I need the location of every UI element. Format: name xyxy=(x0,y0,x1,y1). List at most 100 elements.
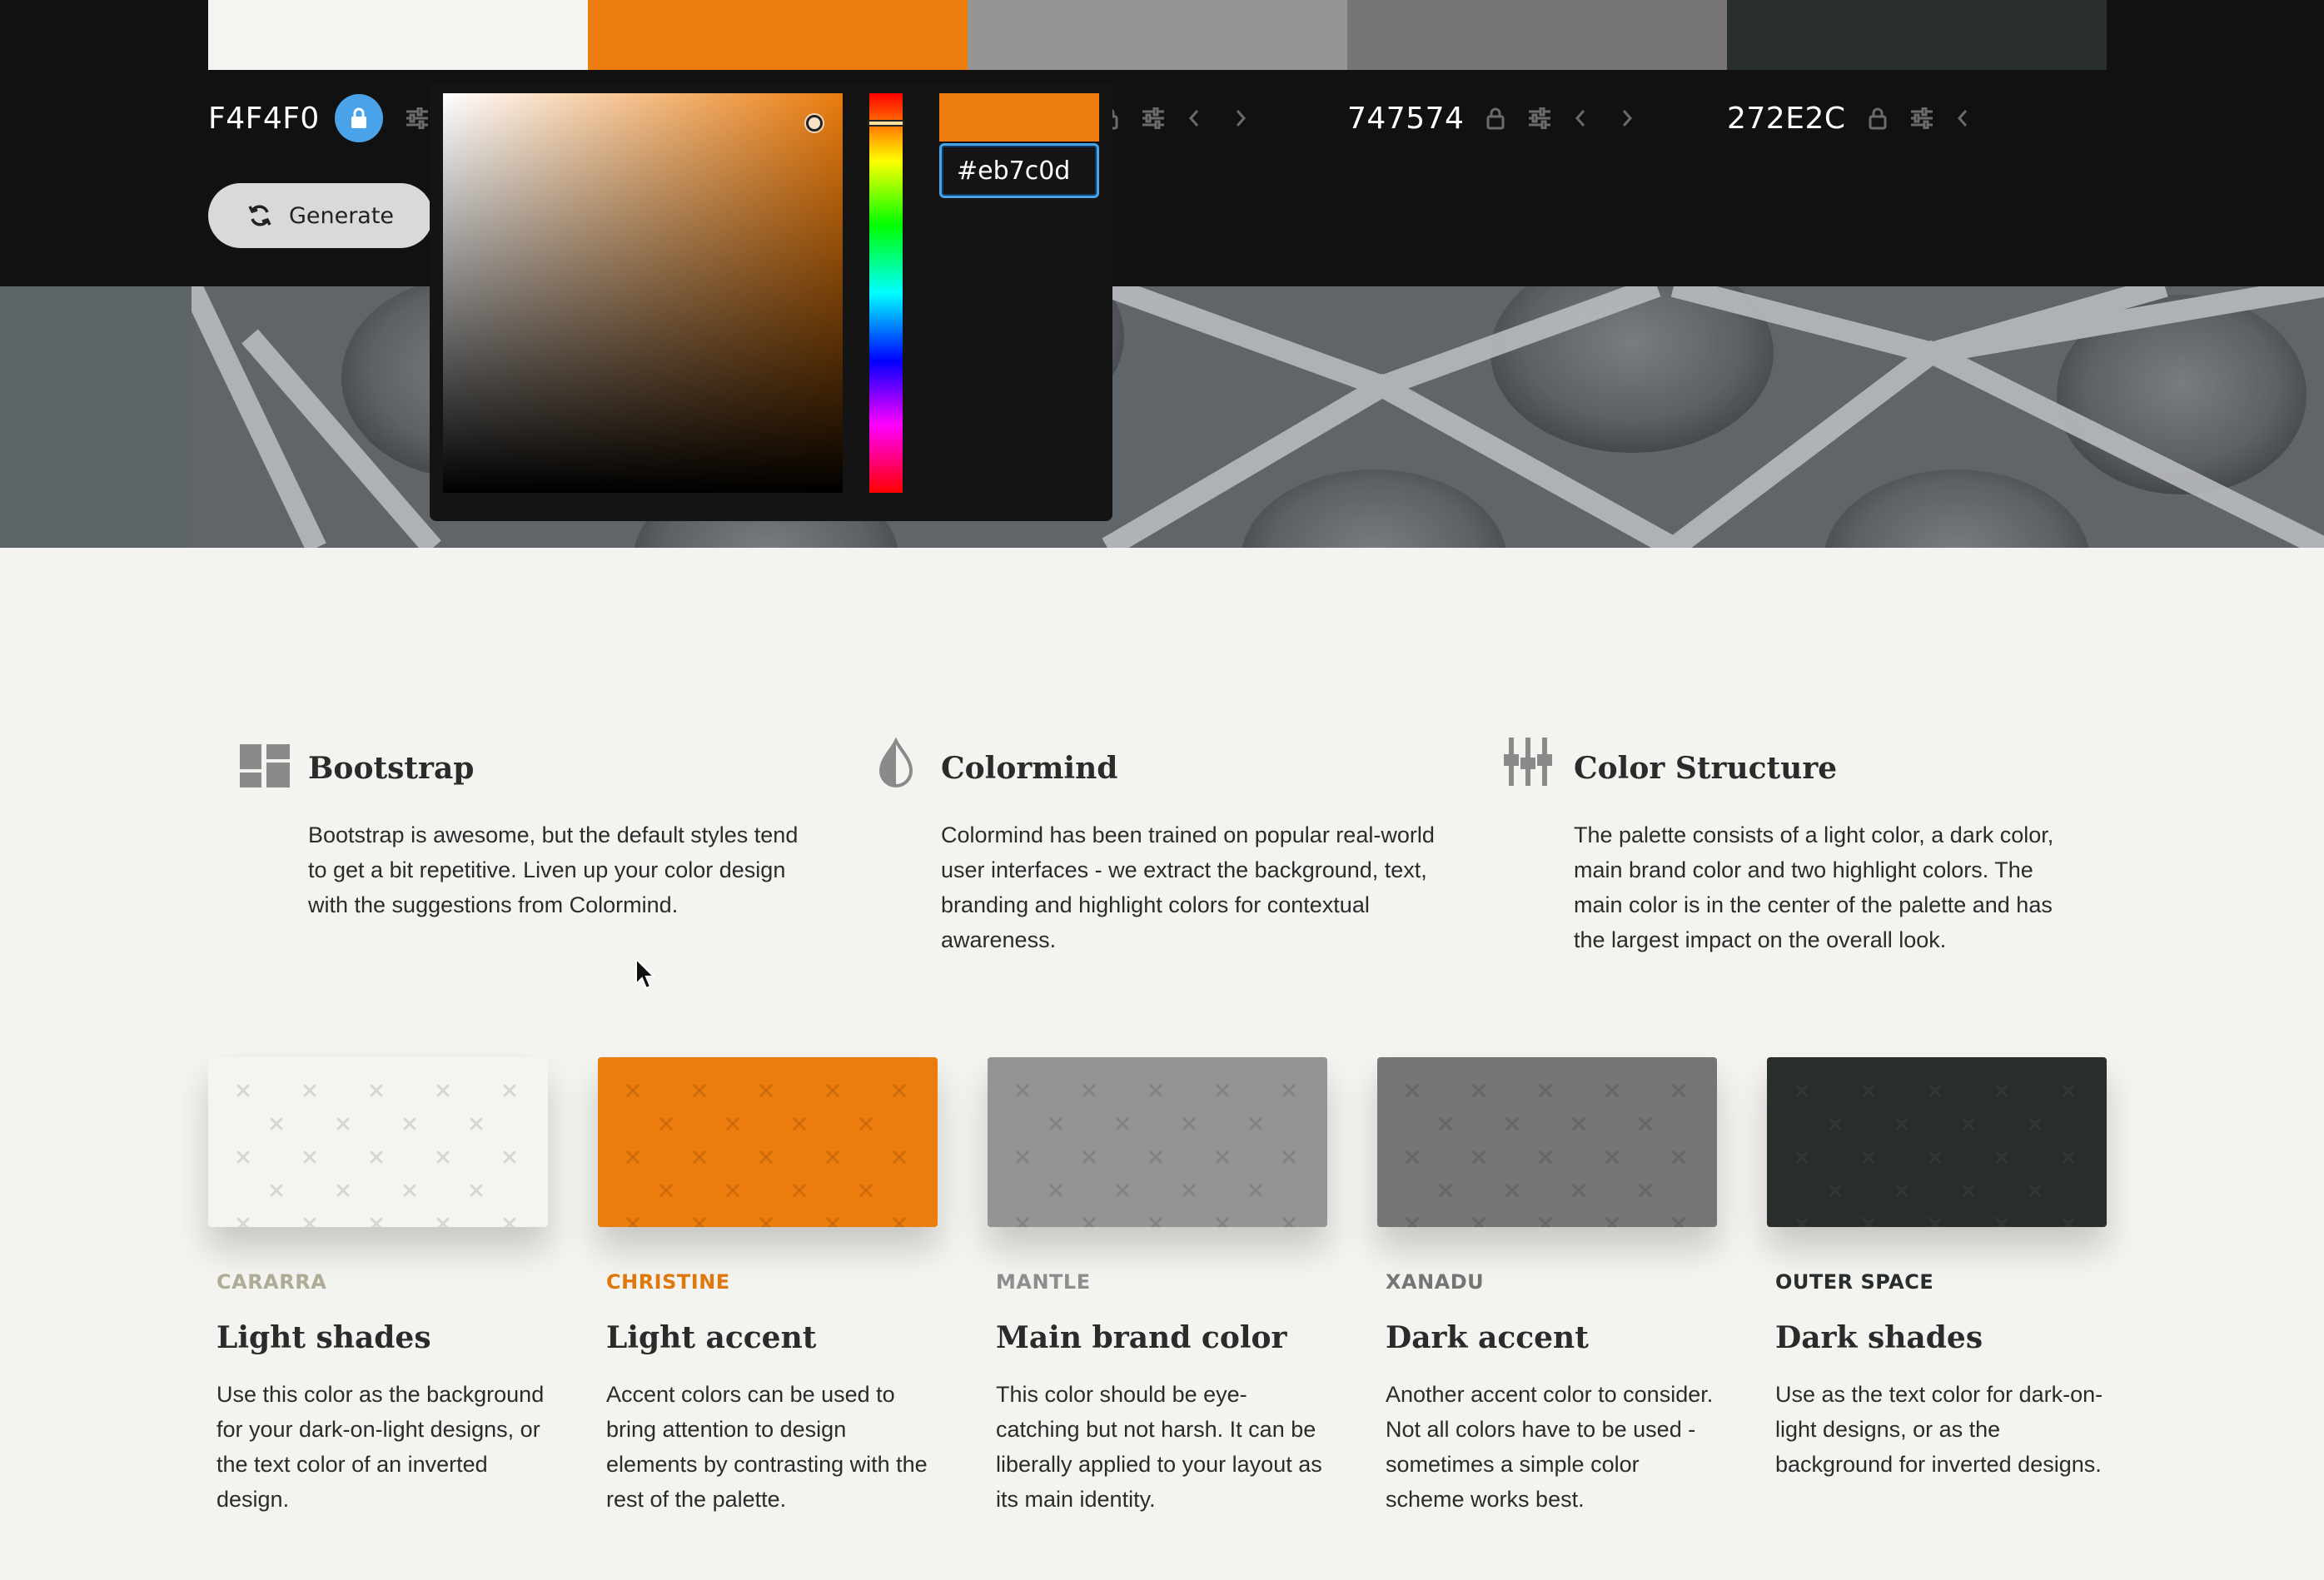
x-mark xyxy=(2061,1216,2076,1227)
x-mark xyxy=(858,1116,873,1131)
hex-input[interactable] xyxy=(939,143,1099,198)
card-swatch[interactable] xyxy=(208,1057,548,1227)
x-pattern xyxy=(1015,1083,1296,1227)
x-mark xyxy=(1994,1216,2009,1227)
sliders-icon xyxy=(1504,738,1552,786)
x-mark xyxy=(1861,1083,1876,1098)
x-mark xyxy=(1828,1183,1843,1198)
adjust-icon[interactable] xyxy=(1527,107,1552,129)
x-mark xyxy=(1505,1183,1520,1198)
x-mark xyxy=(2061,1150,2076,1165)
x-mark xyxy=(792,1116,807,1131)
x-mark xyxy=(435,1083,450,1098)
hue-slider-handle[interactable] xyxy=(868,120,904,127)
adjust-icon[interactable] xyxy=(1141,107,1166,129)
x-mark xyxy=(825,1216,840,1227)
x-mark xyxy=(825,1083,840,1098)
lock-icon[interactable] xyxy=(334,94,383,142)
card-text: Another accent color to consider. Not al… xyxy=(1386,1382,1714,1512)
x-mark xyxy=(369,1083,384,1098)
x-mark xyxy=(692,1216,707,1227)
saturation-cursor[interactable] xyxy=(806,115,823,132)
hue-slider[interactable] xyxy=(869,93,903,493)
card-swatch[interactable] xyxy=(1377,1057,1717,1227)
x-mark xyxy=(1248,1183,1263,1198)
x-mark xyxy=(625,1216,640,1227)
color-name: OUTER SPACE xyxy=(1775,1270,1934,1294)
x-mark xyxy=(892,1083,907,1098)
x-mark xyxy=(892,1150,907,1165)
x-pattern xyxy=(1405,1083,1686,1227)
x-mark xyxy=(2061,1083,2076,1098)
chevron-right-icon[interactable] xyxy=(1234,108,1247,128)
feature-title: Colormind xyxy=(941,751,1118,786)
x-mark xyxy=(1471,1150,1486,1165)
x-mark xyxy=(1082,1216,1097,1227)
x-mark xyxy=(825,1150,840,1165)
swatch-4-hex[interactable]: 747574 xyxy=(1347,102,1464,136)
chevron-right-icon[interactable] xyxy=(1620,108,1634,128)
lock-icon[interactable] xyxy=(1868,106,1888,131)
color-picker-popover xyxy=(430,83,1112,521)
x-mark xyxy=(1405,1083,1420,1098)
chevron-left-icon[interactable] xyxy=(1187,108,1201,128)
swatch-1-hex[interactable]: F4F4F0 xyxy=(208,102,320,136)
x-mark xyxy=(1894,1183,1909,1198)
feature-title: Bootstrap xyxy=(308,751,475,786)
x-mark xyxy=(1048,1183,1063,1198)
x-mark xyxy=(1115,1116,1130,1131)
x-mark xyxy=(336,1116,351,1131)
palette-swatch-1[interactable] xyxy=(208,0,588,70)
x-mark xyxy=(1605,1216,1620,1227)
adjust-icon[interactable] xyxy=(1909,107,1934,129)
lock-icon[interactable] xyxy=(1485,106,1505,131)
palette-swatch-4[interactable] xyxy=(1347,0,1727,70)
card-dark-accent: XANADU Dark accent Another accent color … xyxy=(1377,1057,1717,1517)
card-swatch[interactable] xyxy=(988,1057,1327,1227)
chevron-left-icon[interactable] xyxy=(1956,108,1969,128)
x-mark xyxy=(759,1150,774,1165)
x-mark xyxy=(1861,1150,1876,1165)
x-mark xyxy=(625,1150,640,1165)
x-mark xyxy=(1794,1216,1809,1227)
x-mark xyxy=(725,1183,740,1198)
x-mark xyxy=(1182,1183,1197,1198)
card-title: Main brand color xyxy=(996,1320,1287,1355)
x-mark xyxy=(269,1183,284,1198)
x-mark xyxy=(1828,1116,1843,1131)
card-title: Dark shades xyxy=(1775,1320,1983,1355)
x-mark xyxy=(858,1183,873,1198)
x-mark xyxy=(2028,1183,2043,1198)
card-title: Light shades xyxy=(216,1320,431,1355)
x-mark xyxy=(1538,1216,1553,1227)
x-mark xyxy=(1794,1083,1809,1098)
x-mark xyxy=(1994,1083,2009,1098)
generate-button[interactable]: Generate xyxy=(208,183,433,248)
palette-swatch-5[interactable] xyxy=(1727,0,2107,70)
palette-swatch-3[interactable] xyxy=(968,0,1347,70)
x-mark xyxy=(692,1083,707,1098)
palette-swatch-2[interactable] xyxy=(588,0,968,70)
x-mark xyxy=(659,1116,674,1131)
color-name: CHRISTINE xyxy=(606,1270,730,1294)
card-swatch[interactable] xyxy=(598,1057,938,1227)
saturation-value-field[interactable] xyxy=(443,93,843,493)
adjust-icon[interactable] xyxy=(405,107,430,129)
x-mark xyxy=(1994,1150,2009,1165)
x-mark xyxy=(402,1116,417,1131)
x-mark xyxy=(502,1150,517,1165)
x-mark xyxy=(759,1216,774,1227)
card-text: This color should be eye-catching but no… xyxy=(996,1382,1322,1512)
x-mark xyxy=(1928,1083,1943,1098)
palette-header: F4F4F0 747574 272E2C Generate xyxy=(0,0,2324,286)
card-dark-shades: OUTER SPACE Dark shades Use as the text … xyxy=(1767,1057,2107,1482)
card-title: Light accent xyxy=(606,1320,817,1355)
x-mark xyxy=(1671,1083,1686,1098)
chevron-left-icon[interactable] xyxy=(1574,108,1587,128)
swatch-5-hex[interactable]: 272E2C xyxy=(1727,102,1846,136)
card-swatch[interactable] xyxy=(1767,1057,2107,1227)
x-mark xyxy=(759,1083,774,1098)
swatch-5-controls: 272E2C xyxy=(1727,93,1969,143)
refresh-icon xyxy=(248,205,271,226)
feature-text: Colormind has been trained on popular re… xyxy=(941,822,1435,952)
